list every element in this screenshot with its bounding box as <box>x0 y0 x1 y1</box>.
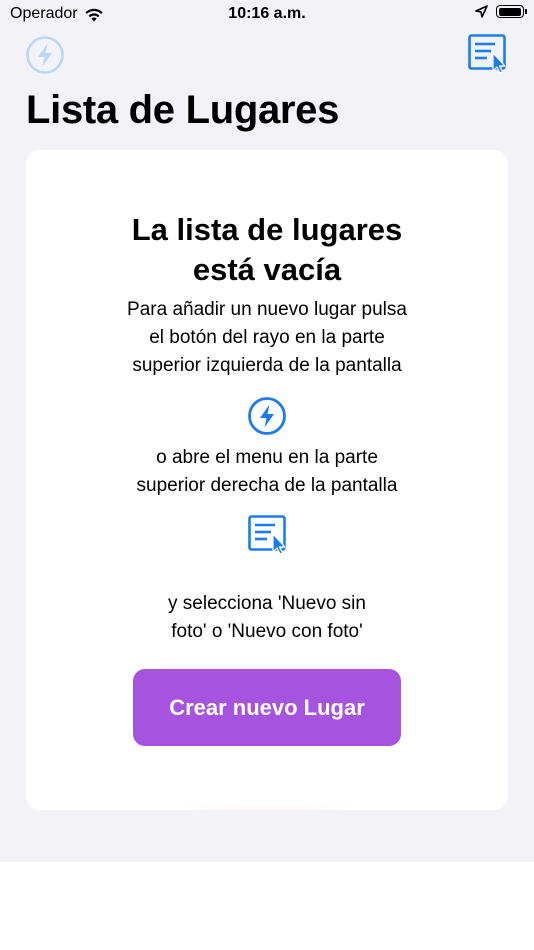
empty-title-line-2: está vacía <box>192 252 342 287</box>
instruction-select: y selecciona 'Nuevo sin foto' o 'Nuevo c… <box>66 590 468 646</box>
status-time: 10:16 a.m. <box>228 5 306 22</box>
instruction-1-line-1: Para añadir un nuevo lugar pulsa <box>127 299 407 320</box>
battery-icon <box>496 5 527 18</box>
instruction-1-line-2: el botón del rayo en la parte <box>149 327 385 348</box>
instruction-menu: o abre el menu en la parte superior dere… <box>66 444 468 500</box>
instruction-2-line-1: o abre el menu en la parte <box>156 447 378 468</box>
menu-list-cursor-icon <box>468 34 506 74</box>
status-right <box>475 5 527 18</box>
instruction-2-line-2: superior derecha de la pantalla <box>136 475 398 496</box>
bolt-circle-icon <box>248 397 286 435</box>
instruction-1-line-3: superior izquierda de la pantalla <box>132 355 402 376</box>
instruction-3-line-1: y selecciona 'Nuevo sin <box>168 593 366 614</box>
instruction-3-line-2: foto' o 'Nuevo con foto' <box>171 621 363 642</box>
new-place-bolt-button[interactable] <box>24 34 66 76</box>
home-indicator-area <box>0 862 534 950</box>
empty-state-card: La lista de lugares está vacía Para añad… <box>26 150 508 810</box>
app-screen: Operador 10:16 a.m. Lista de Lugares La … <box>0 0 534 862</box>
battery-level <box>498 7 521 16</box>
empty-state-title: La lista de lugares está vacía <box>26 210 508 290</box>
instruction-bolt: Para añadir un nuevo lugar pulsa el botó… <box>66 296 468 380</box>
create-place-button[interactable]: Crear nuevo Lugar <box>133 669 401 746</box>
bolt-circle-icon <box>26 36 64 74</box>
page-title: Lista de Lugares <box>26 88 340 132</box>
location-arrow-icon <box>475 5 488 18</box>
menu-list-cursor-icon <box>248 515 286 555</box>
status-bar: Operador 10:16 a.m. <box>0 0 534 30</box>
empty-title-line-1: La lista de lugares <box>131 212 403 247</box>
menu-button[interactable] <box>466 32 510 76</box>
